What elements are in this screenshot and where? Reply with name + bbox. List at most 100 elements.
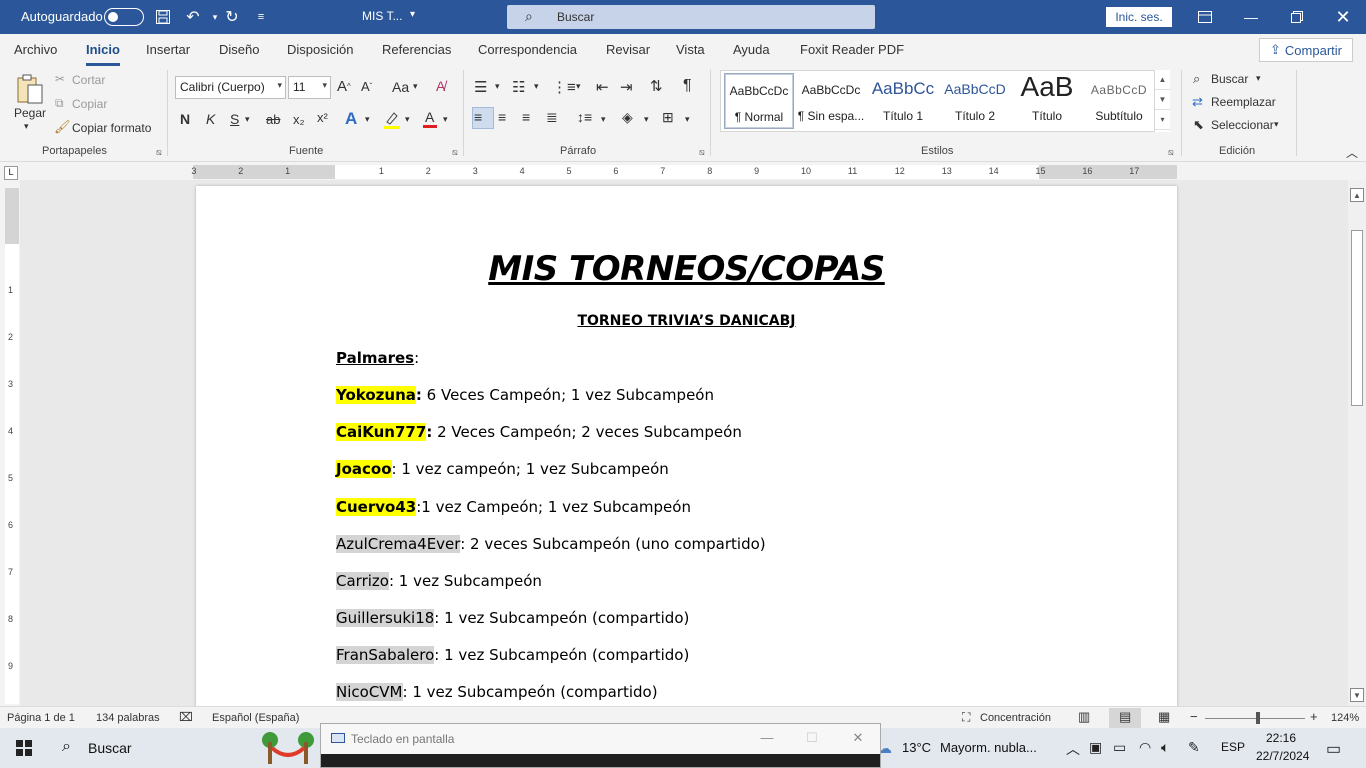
windows-start-icon[interactable] xyxy=(16,740,32,756)
tab-archivo[interactable]: Archivo xyxy=(14,42,57,57)
autosave-toggle[interactable] xyxy=(104,8,144,26)
style-heading-2[interactable]: AaBbCcD Título 2 xyxy=(940,73,1010,129)
style-subtitle[interactable]: AaBbCcD Subtítulo xyxy=(1084,73,1154,129)
weather-temp[interactable]: 13°C xyxy=(902,740,931,755)
wifi-icon[interactable]: ◠ xyxy=(1139,739,1151,756)
tab-inicio[interactable]: Inicio xyxy=(86,42,120,66)
notifications-icon[interactable]: ▭ xyxy=(1326,739,1341,759)
osk-maximize-button[interactable]: ☐ xyxy=(802,730,822,748)
close-button[interactable]: ✕ xyxy=(1320,0,1366,34)
bold-button[interactable]: N xyxy=(180,111,190,127)
bullets-icon[interactable]: ☰ xyxy=(474,78,487,96)
tab-vista[interactable]: Vista xyxy=(676,42,705,57)
chevron-down-icon[interactable]: ▾ xyxy=(365,114,370,125)
style-heading-1[interactable]: AaBbCc Título 1 xyxy=(868,73,938,129)
align-left-icon[interactable]: ≡ xyxy=(474,109,482,125)
text-effects-icon[interactable]: A xyxy=(345,109,357,129)
style-title[interactable]: AaB Título xyxy=(1012,71,1082,129)
page-count[interactable]: Página 1 de 1 xyxy=(7,712,75,724)
tab-ayuda[interactable]: Ayuda xyxy=(733,42,770,57)
chevron-down-icon[interactable]: ▾ xyxy=(1274,119,1279,130)
vertical-scrollbar[interactable]: ▲ ▼ xyxy=(1348,180,1366,706)
sign-in-button[interactable]: Inic. ses. xyxy=(1106,7,1172,27)
format-painter-icon[interactable]: 🖌 xyxy=(54,119,71,135)
hammock-icon[interactable] xyxy=(258,730,318,766)
chevron-down-icon[interactable]: ▾ xyxy=(24,121,29,132)
zoom-level[interactable]: 124% xyxy=(1331,712,1359,724)
zoom-in-icon[interactable]: + xyxy=(1310,709,1318,724)
focus-mode-button[interactable]: Concentración xyxy=(980,712,1051,724)
format-painter-button[interactable]: Copiar formato xyxy=(72,121,151,135)
chevron-down-icon[interactable]: ▾ xyxy=(1256,73,1261,84)
sort-icon[interactable]: ⇅ xyxy=(650,77,663,95)
zoom-out-icon[interactable]: − xyxy=(1190,709,1198,724)
scroll-down-icon[interactable]: ▼ xyxy=(1350,688,1364,702)
style-no-spacing[interactable]: AaBbCcDc ¶ Sin espa... xyxy=(796,73,866,129)
osk-close-button[interactable]: ✕ xyxy=(848,730,868,748)
paste-icon[interactable] xyxy=(13,72,47,106)
word-count[interactable]: 134 palabras xyxy=(96,712,160,724)
find-icon[interactable]: ⌕ xyxy=(1193,71,1200,87)
decrease-indent-icon[interactable]: ⇤ xyxy=(596,78,609,96)
search-box[interactable]: ⌕ Buscar xyxy=(507,5,875,29)
chevron-down-icon[interactable]: ▾ xyxy=(601,114,606,125)
chevron-down-icon[interactable]: ▾ xyxy=(413,81,418,92)
tab-referencias[interactable]: Referencias xyxy=(382,42,451,57)
strikethrough-button[interactable]: ab xyxy=(266,112,280,127)
redo-icon[interactable]: ↻ xyxy=(221,6,243,28)
osk-minimize-button[interactable]: — xyxy=(757,730,777,748)
clock-date[interactable]: 22/7/2024 xyxy=(1256,749,1309,763)
chevron-down-icon[interactable]: ▾ xyxy=(534,81,539,92)
dialog-launcher-icon[interactable]: ⧅ xyxy=(699,147,705,158)
horizontal-ruler[interactable]: 3 2 1 1 2 3 4 5 6 7 8 9 10 11 12 13 14 15 16 17 xyxy=(191,165,1177,179)
language-indicator[interactable]: Español (España) xyxy=(212,712,299,724)
document-page[interactable]: MIS TORNEOS/COPAS TORNEO TRIVIA’S DANICA… xyxy=(196,186,1177,706)
subscript-button[interactable]: x₂ xyxy=(293,112,305,127)
borders-icon[interactable]: ⊞ xyxy=(662,109,674,126)
scroll-up-icon[interactable]: ▲ xyxy=(1350,188,1364,202)
scrollbar-thumb[interactable] xyxy=(1351,230,1363,406)
numbering-icon[interactable]: ☷ xyxy=(512,78,525,96)
cut-icon[interactable]: ✂ xyxy=(55,72,65,86)
undo-icon[interactable]: ↶ xyxy=(182,6,204,28)
customize-qat-icon[interactable]: ≡ xyxy=(250,6,272,28)
more-styles-icon[interactable]: ▾ xyxy=(1155,110,1170,130)
show-marks-icon[interactable]: ¶ xyxy=(683,77,692,95)
ribbon-display-icon[interactable] xyxy=(1182,0,1228,34)
font-size-select[interactable]: 11 ▾ xyxy=(288,76,331,99)
copy-button[interactable]: Copiar xyxy=(72,97,107,111)
minimize-button[interactable]: — xyxy=(1228,0,1274,34)
chevron-up-icon[interactable]: ︿ xyxy=(1066,739,1080,759)
cut-button[interactable]: Cortar xyxy=(72,73,105,87)
justify-icon[interactable]: ≣ xyxy=(546,109,558,126)
increase-indent-icon[interactable]: ⇥ xyxy=(620,78,633,96)
chevron-down-icon[interactable]: ▾ xyxy=(576,81,581,92)
change-case-button[interactable]: Aa xyxy=(392,79,409,95)
osk-title-bar[interactable]: Teclado en pantalla — ☐ ✕ xyxy=(321,724,880,754)
search-icon[interactable]: ⌕ xyxy=(62,738,71,756)
dialog-launcher-icon[interactable]: ⧅ xyxy=(452,147,458,158)
vertical-ruler[interactable]: 1 2 3 4 5 6 7 8 9 xyxy=(5,188,19,704)
align-center-icon[interactable]: ≡ xyxy=(498,109,506,125)
chevron-down-icon[interactable]: ▾ xyxy=(495,81,500,92)
style-normal[interactable]: AaBbCcDc ¶ Normal xyxy=(724,73,794,129)
select-cursor-icon[interactable]: ⬉ xyxy=(1193,117,1204,133)
share-button[interactable]: ⇪ Compartir xyxy=(1259,38,1353,62)
volume-icon[interactable]: 🔈︎ xyxy=(1161,739,1169,756)
read-mode-icon[interactable]: ▥ xyxy=(1078,709,1090,725)
underline-button[interactable]: S xyxy=(230,111,239,127)
grow-font-icon[interactable]: A ^ xyxy=(337,78,351,95)
zoom-slider-thumb[interactable] xyxy=(1256,712,1260,724)
multilevel-list-icon[interactable]: ⋮≡ xyxy=(552,78,576,96)
clear-formatting-icon[interactable]: A̸ xyxy=(436,78,445,94)
tab-disposicion[interactable]: Disposición xyxy=(287,42,353,57)
font-family-select[interactable]: Calibri (Cuerpo) ▾ xyxy=(175,76,286,99)
taskbar-search[interactable]: Buscar xyxy=(88,740,132,756)
italic-button[interactable]: K xyxy=(206,111,215,127)
chevron-down-icon[interactable]: ▾ xyxy=(245,114,250,125)
on-screen-keyboard-window[interactable]: Teclado en pantalla — ☐ ✕ xyxy=(320,723,881,768)
zoom-slider[interactable] xyxy=(1205,718,1305,719)
highlight-color-icon[interactable] xyxy=(383,110,401,130)
tab-diseno[interactable]: Diseño xyxy=(219,42,259,57)
proofing-icon[interactable]: ⌧ xyxy=(179,710,193,724)
